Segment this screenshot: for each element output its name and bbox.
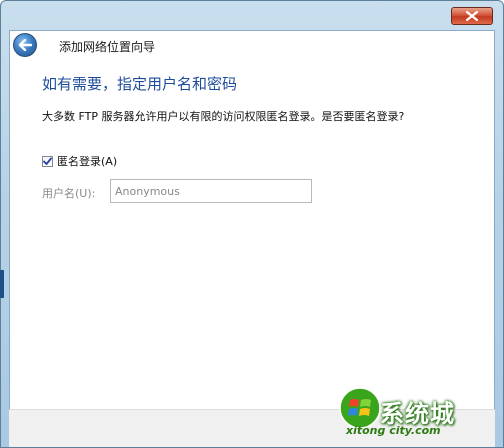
username-input[interactable] [110,179,312,203]
background-window-edge [0,270,4,298]
wizard-title: 添加网络位置向导 [59,40,156,54]
wizard-content: 添加网络位置向导 如有需要，指定用户名和密码 大多数 FTP 服务器允许用户以有… [9,30,495,410]
page-heading: 如有需要，指定用户名和密码 [42,75,238,93]
back-button[interactable] [13,33,37,57]
anonymous-login-row[interactable]: 匿名登录(A) [42,153,117,169]
close-icon [466,11,478,21]
watermark-url: xitong city.com [346,424,441,437]
description-text: 大多数 FTP 服务器允许用户以有限的访问权限匿名登录。是否要匿名登录? [42,110,405,123]
wizard-header: 添加网络位置向导 [10,31,494,61]
title-bar [1,1,503,31]
arrow-left-icon [18,39,32,51]
anonymous-login-checkbox[interactable] [42,155,53,167]
close-button[interactable] [451,7,493,25]
username-label: 用户名(U): [42,187,96,200]
watermark: 系统城 xitong city.com [338,386,488,442]
anonymous-login-label: 匿名登录(A) [57,155,118,168]
checkmark-icon [43,157,52,165]
